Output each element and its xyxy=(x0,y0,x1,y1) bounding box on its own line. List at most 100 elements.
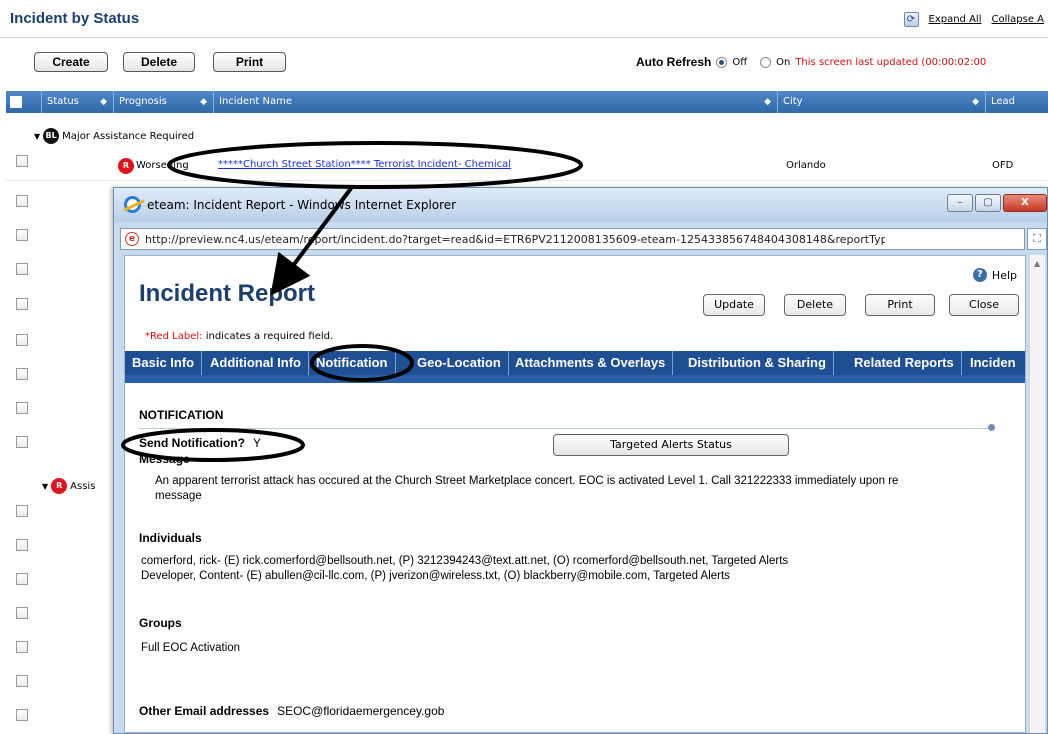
header-divider xyxy=(0,37,1048,38)
row-checkbox[interactable] xyxy=(16,334,28,346)
section-title: NOTIFICATION xyxy=(139,408,224,422)
row-checkbox[interactable] xyxy=(16,229,28,241)
auto-refresh-label: Auto Refresh xyxy=(636,55,712,69)
send-notification-row: Send Notification? Y xyxy=(139,436,261,450)
incident-name-link[interactable]: *****Church Street Station**** Terrorist… xyxy=(218,159,511,170)
help-icon: ? xyxy=(972,268,987,282)
col-status[interactable]: Status ◆ xyxy=(42,91,114,113)
status-badge: R xyxy=(118,158,134,174)
minimize-button[interactable]: – xyxy=(947,194,973,212)
prognosis-cell: Worsening xyxy=(136,160,189,171)
row-checkbox[interactable] xyxy=(16,641,28,653)
row-checkbox[interactable] xyxy=(16,195,28,207)
close-window-button[interactable]: X xyxy=(1003,194,1047,212)
lead-cell: OFD xyxy=(992,160,1014,171)
print-button[interactable]: Print xyxy=(213,52,286,72)
individuals-line-1: comerford, rick- (E) rick.comerford@bell… xyxy=(141,555,789,567)
close-report-button[interactable]: Close xyxy=(949,294,1019,316)
delete-report-button[interactable]: Delete xyxy=(784,294,846,316)
delete-button[interactable]: Delete xyxy=(123,52,195,72)
status-badge: R xyxy=(51,478,68,494)
tab-attachments-overlays[interactable]: Attachments & Overlays xyxy=(508,351,674,375)
auto-refresh-off-radio[interactable] xyxy=(716,56,728,68)
col-prognosis[interactable]: Prognosis ◆ xyxy=(114,91,214,113)
row-checkbox[interactable] xyxy=(16,155,28,167)
col-incident-name[interactable]: Incident Name ◆ xyxy=(214,91,778,113)
individuals-line-2: Developer, Content- (E) abullen@cil-llc.… xyxy=(141,570,730,582)
group-major-assistance[interactable]: ▼ BL Major Assistance Required xyxy=(34,128,194,144)
row-checkbox[interactable] xyxy=(16,505,28,517)
required-note: *Red Label: indicates a required field. xyxy=(145,331,333,342)
targeted-alerts-status-button[interactable]: Targeted Alerts Status xyxy=(553,434,789,456)
groups-value: Full EOC Activation xyxy=(141,642,241,654)
col-city[interactable]: City ◆ xyxy=(778,91,986,113)
tab-incident[interactable]: Inciden xyxy=(963,351,1023,375)
update-button[interactable]: Update xyxy=(703,294,765,316)
print-report-button[interactable]: Print xyxy=(865,294,935,316)
message-line-2: message xyxy=(155,490,202,502)
compat-view-icon[interactable]: ⛶ xyxy=(1027,228,1047,250)
help-label: Help xyxy=(991,268,1017,282)
report-tabbar: Basic Info Additional Info Notification … xyxy=(125,351,1025,383)
help-link[interactable]: ? Help xyxy=(972,268,1017,282)
required-note-red: *Red Label: xyxy=(145,331,203,342)
select-all-checkbox[interactable] xyxy=(10,96,22,108)
tab-distribution-sharing[interactable]: Distribution & Sharing xyxy=(681,351,834,375)
caret-down-icon[interactable]: ▼ xyxy=(42,482,48,491)
row-checkbox[interactable] xyxy=(16,675,28,687)
row-checkbox[interactable] xyxy=(16,368,28,380)
sort-icon: ◆ xyxy=(972,97,979,107)
maximize-button[interactable]: ▢ xyxy=(975,194,1001,212)
row-divider xyxy=(6,180,1048,181)
row-checkbox[interactable] xyxy=(16,607,28,619)
other-email-row: Other Email addresses SEOC@floridaemergen… xyxy=(139,704,444,718)
auto-refresh-control: Auto Refresh Off On This screen last upd… xyxy=(636,55,986,69)
tab-geo-location[interactable]: Geo-Location xyxy=(410,351,509,375)
other-email-label: Other Email addresses xyxy=(139,704,270,718)
auto-refresh-on-radio[interactable] xyxy=(760,56,772,68)
other-email-value: SEOC@floridaemergencey.gob xyxy=(277,704,445,718)
tab-additional-info[interactable]: Additional Info xyxy=(203,351,309,375)
tab-related-reports[interactable]: Related Reports xyxy=(847,351,962,375)
url-text[interactable]: http://preview.nc4.us/eteam/report/incid… xyxy=(145,233,885,246)
groups-label: Groups xyxy=(139,616,182,630)
refresh-icon[interactable]: ⟳ xyxy=(903,12,919,27)
send-notification-value: Y xyxy=(253,436,262,450)
page-icon: e xyxy=(125,232,139,246)
scrollbar[interactable] xyxy=(1029,255,1045,733)
sort-icon: ◆ xyxy=(764,97,771,107)
row-checkbox[interactable] xyxy=(16,709,28,721)
last-updated-text: This screen last updated (00:00:02:00 xyxy=(795,56,987,68)
report-content: ? Help Incident Report Update Delete Pri… xyxy=(124,255,1026,733)
page-title: Incident by Status xyxy=(10,10,140,27)
city-cell: Orlando xyxy=(786,160,826,171)
expand-all-link[interactable]: Expand All xyxy=(929,14,982,25)
status-badge: BL xyxy=(43,128,60,144)
message-label: Message xyxy=(139,452,190,466)
top-links: ⟳ Expand All Collapse A xyxy=(903,12,1044,27)
ie-titlebar[interactable]: eteam: Incident Report - Windows Interne… xyxy=(114,188,1047,222)
create-button[interactable]: Create xyxy=(34,52,108,72)
send-notification-label: Send Notification? xyxy=(139,436,245,450)
tab-basic-info[interactable]: Basic Info xyxy=(125,351,203,375)
address-bar[interactable]: e http://preview.nc4.us/eteam/report/inc… xyxy=(120,228,1025,250)
row-checkbox[interactable] xyxy=(16,298,28,310)
collapse-all-link[interactable]: Collapse A xyxy=(991,14,1044,25)
message-line-1: An apparent terrorist attack has occured… xyxy=(155,475,899,487)
tab-notification[interactable]: Notification xyxy=(309,351,396,375)
group-label: Assis xyxy=(70,480,96,492)
row-checkbox[interactable] xyxy=(16,263,28,275)
row-checkbox[interactable] xyxy=(16,539,28,551)
off-label: Off xyxy=(732,56,748,68)
individuals-label: Individuals xyxy=(139,531,202,545)
col-lead[interactable]: Lead xyxy=(986,91,1048,113)
group-assistance[interactable]: ▼ R Assis xyxy=(42,478,95,494)
ie-logo-icon xyxy=(124,196,141,213)
sort-icon: ◆ xyxy=(100,97,107,107)
sort-icon: ◆ xyxy=(200,97,207,107)
row-checkbox[interactable] xyxy=(16,402,28,414)
row-checkbox[interactable] xyxy=(16,573,28,585)
row-checkbox[interactable] xyxy=(16,436,28,448)
section-dot-icon xyxy=(988,424,995,431)
caret-down-icon[interactable]: ▼ xyxy=(34,132,40,141)
